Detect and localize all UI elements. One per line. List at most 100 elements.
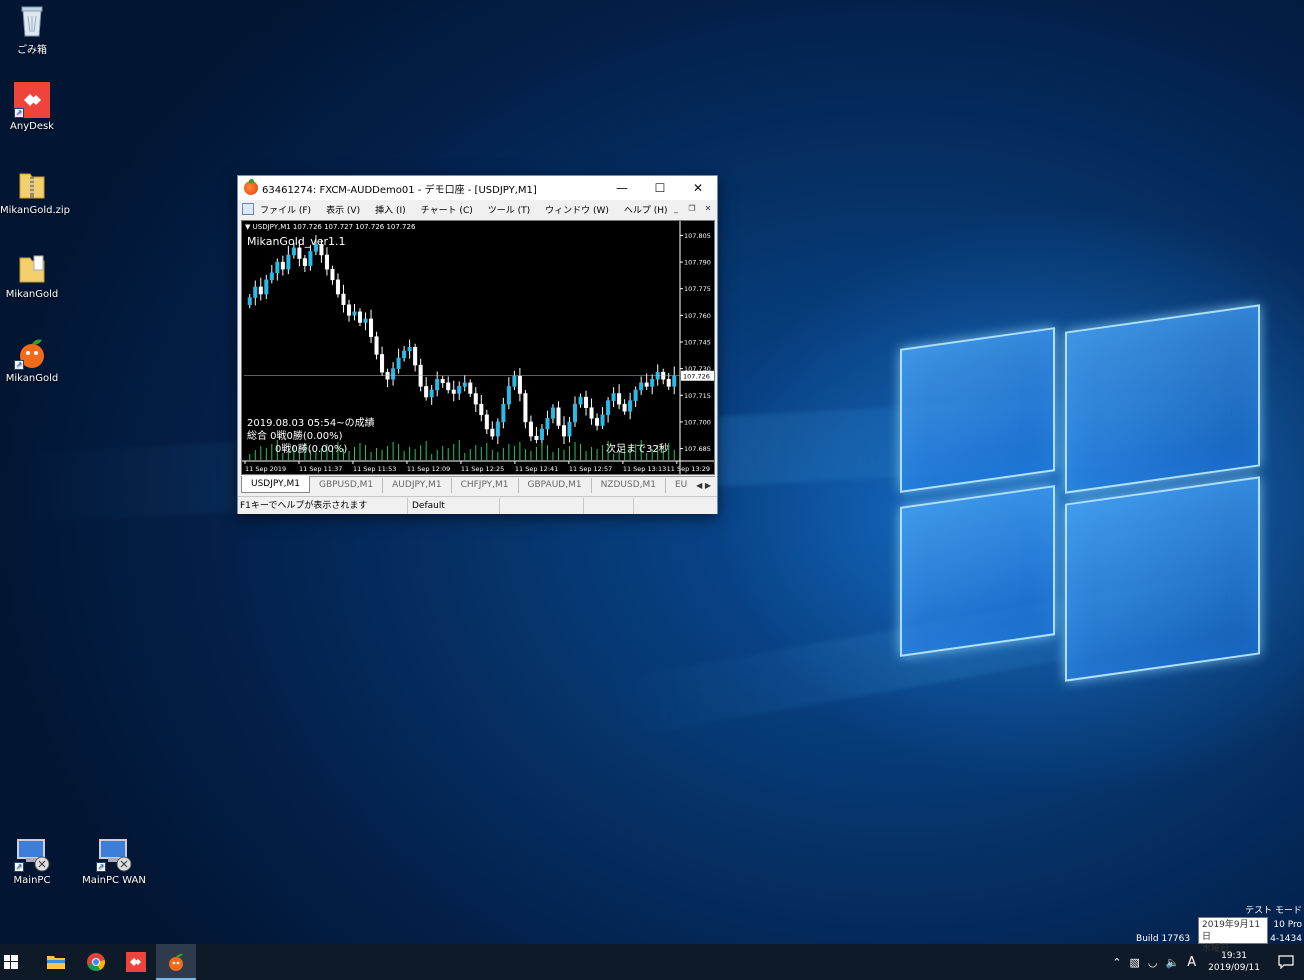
candle-body [633,389,638,401]
taskbar-anydesk[interactable] [116,944,156,980]
icon-label: ごみ箱 [17,45,47,56]
zip-folder-icon [14,166,50,202]
ea-name: MikanGold_ver1.1 [247,235,346,248]
menu-insert[interactable]: 挿入 (I) [375,203,406,216]
tab-usdjpy[interactable]: USDJPY,M1 [241,476,310,493]
mt4-app-icon [244,179,258,195]
candle-body [545,418,550,430]
candle-body [584,396,589,408]
candle-body [247,297,252,305]
price-chart[interactable]: 107.726 107.805 107.790 107.775 107.760 107.7… [241,220,715,475]
taskbar-file-explorer[interactable] [36,944,76,980]
tab-audjpy[interactable]: AUDJPY,M1 [383,478,452,493]
y-tick-label: 107.700 [684,418,711,426]
candle-body [628,400,633,412]
tray-volume-muted-icon[interactable]: 🔈 [1166,956,1180,969]
desktop-icon-mainpc[interactable]: ↗ MainPC [0,836,64,886]
desktop-icon-mikangold-zip[interactable]: MikanGold.zip [0,166,70,216]
candle-body [286,254,291,270]
recycle-bin-icon [14,2,50,38]
candle-body [435,379,440,391]
menu-file[interactable]: ファイル (F) [260,203,311,216]
candle-body [517,375,522,394]
candle-body [523,393,528,423]
icon-label: MainPC [13,875,51,886]
title-bar[interactable]: 63461274: FXCM-AUDDemo01 - デモ口座 - [USDJP… [238,176,717,200]
taskbar-mt4[interactable] [156,944,196,980]
y-tick-label: 107.775 [684,285,711,293]
tab-chfjpy[interactable]: CHFJPY,M1 [452,478,519,493]
orange-app-icon: ↗ [14,334,50,370]
start-button[interactable] [0,944,22,980]
candle-body [275,261,280,273]
maximize-button[interactable]: ☐ [641,176,679,200]
tab-nzdusd[interactable]: NZDUSD,M1 [592,478,666,493]
menu-window[interactable]: ウィンドウ (W) [545,203,609,216]
candle-body [611,393,616,401]
tray-overflow-chevron-icon[interactable]: ⌃ [1112,956,1121,969]
mt4-window[interactable]: 63461274: FXCM-AUDDemo01 - デモ口座 - [USDJP… [237,175,718,514]
candle-body [617,393,622,405]
countdown: 次足まで32秒 [606,444,669,455]
chart-header-text: USDJPY,M1 107.726 107.727 107.726 107.72… [252,223,416,231]
x-tick-label: 11 Sep 13:13 [623,465,666,473]
desktop-icon-mainpc-wan[interactable]: ↗ MainPC WAN [82,836,146,886]
candle-body [468,382,473,394]
candle-body [462,382,467,387]
tab-gbpaud[interactable]: GBPAUD,M1 [519,478,592,493]
minimize-button[interactable]: — [603,176,641,200]
taskbar-chrome[interactable] [76,944,116,980]
x-tick-label: 11 Sep 12:25 [461,465,504,473]
candle-body [539,428,544,440]
candle-body [330,268,335,281]
menu-view[interactable]: 表示 (V) [326,203,360,216]
tab-scroll-arrows-icon[interactable]: ◀ ▶ [692,478,715,493]
x-tick-label: 11 Sep 12:41 [515,465,558,473]
candle-body [644,382,649,387]
date-tooltip: 2019年9月11日 水曜日 [1198,917,1268,954]
candle-body [528,421,533,437]
status-seg5 [634,498,701,514]
mdi-restore-button[interactable]: ❐ [685,203,699,215]
tab-gbpusd[interactable]: GBPUSD,M1 [310,478,384,493]
tooltip-date: 2019年9月11日 [1202,920,1261,942]
action-center-button[interactable] [1268,944,1304,980]
candle-body [473,393,478,405]
chart-header: ▼ USDJPY,M1 107.726 107.727 107.726 107.… [245,223,415,231]
candle-body [413,347,418,366]
candle-body [556,407,561,426]
shortcut-arrow-icon: ↗ [14,360,24,370]
candle-body [264,279,269,295]
tab-eu[interactable]: EU [666,478,689,493]
chart-dropdown-icon[interactable]: ▼ [245,223,250,231]
menu-help[interactable]: ヘルプ (H) [624,203,668,216]
tray-ime-icon[interactable]: A [1187,955,1196,970]
close-button[interactable]: ✕ [679,176,717,200]
desktop-icon-mikangold-app[interactable]: ↗ MikanGold [0,334,64,384]
candle-body [650,379,655,387]
candle-body [512,375,517,387]
y-tick-label: 107.715 [684,392,711,400]
x-tick-label: 11 Sep 12:57 [569,465,612,473]
tray-wifi-icon[interactable]: ◡ [1148,956,1158,969]
status-seg3 [500,497,584,514]
menu-tools[interactable]: ツール (T) [488,203,530,216]
desktop-icon-recycle-bin[interactable]: ごみ箱 [0,2,64,56]
desktop-icon-mikangold-folder[interactable]: MikanGold [0,250,64,300]
candle-body [374,336,379,355]
x-tick-label: 11 Sep 11:53 [353,465,396,473]
mdi-close-button[interactable]: ✕ [701,203,715,215]
stats-line3: 0戦0勝(0.00%) [275,444,348,455]
menu-chart[interactable]: チャート (C) [421,203,473,216]
candle-body [561,425,567,437]
remote-desktop-icon: ↗ [14,836,50,872]
windows-start-icon [4,955,18,969]
desktop-icon-anydesk[interactable]: ↗ AnyDesk [0,82,64,132]
candle-body [639,382,644,391]
status-bar: F1キーでヘルプが表示されます Default [238,496,717,514]
mdi-minimize-button[interactable]: _ [669,203,683,215]
candle-body [666,379,671,387]
candle-body [622,403,627,412]
tray-network-adapter-icon[interactable]: ▧ [1130,956,1140,969]
document-icon[interactable] [242,203,254,215]
